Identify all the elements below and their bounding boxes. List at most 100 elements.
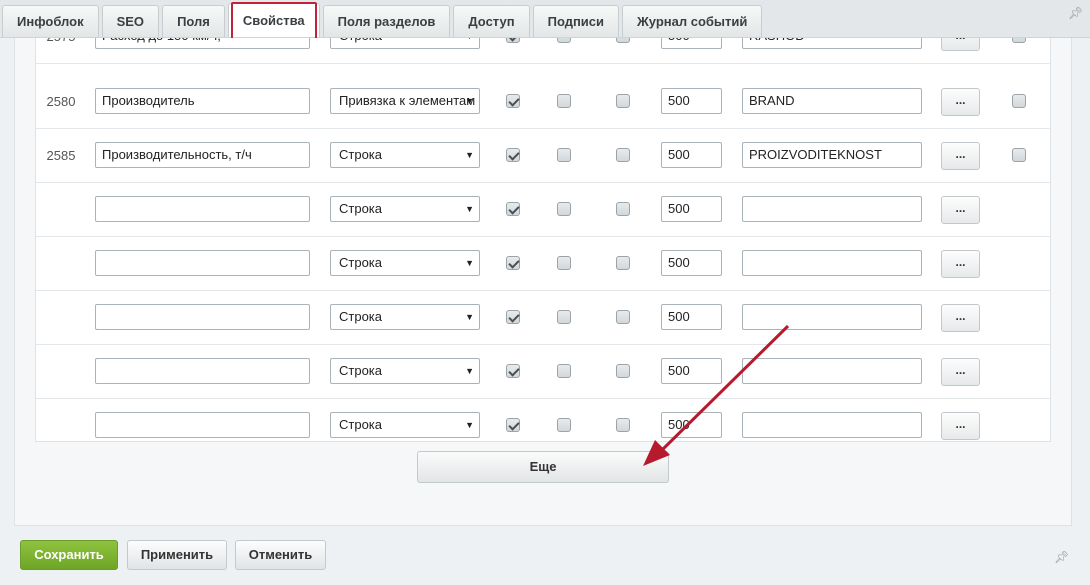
required-checkbox[interactable] [616,94,630,108]
sort-input[interactable]: 500 [661,142,722,168]
property-name-input[interactable]: Производительность, т/ч [95,142,310,168]
row-settings-button[interactable]: ... [941,38,980,51]
cancel-button[interactable]: Отменить [235,540,326,570]
row-settings-button[interactable]: ... [941,412,980,440]
property-id: 2580 [46,94,76,109]
code-input[interactable]: PROIZVODITEKNOST [742,142,922,168]
delete-checkbox[interactable] [1012,94,1026,108]
sort-input[interactable]: 500 [661,196,722,222]
property-type-select[interactable]: Привязка к элементам ▼ [330,88,480,114]
required-checkbox[interactable] [616,256,630,270]
property-type-select[interactable]: Строка ▼ [330,358,480,384]
multiple-checkbox[interactable] [557,38,571,43]
table-row: Строка ▼ 500... [36,183,1050,237]
active-checkbox[interactable] [506,94,520,108]
row-settings-button[interactable]: ... [941,304,980,332]
tab-properties[interactable]: Свойства [227,2,320,40]
required-checkbox[interactable] [616,148,630,162]
save-button[interactable]: Сохранить [20,540,118,570]
sort-input[interactable]: 500 [661,38,722,49]
multiple-checkbox[interactable] [557,256,571,270]
active-checkbox[interactable] [506,38,520,43]
multiple-checkbox[interactable] [557,364,571,378]
property-name-input[interactable] [95,250,310,276]
property-id: 2575 [36,38,86,44]
tab-bar: Инфоблок SEO Поля Свойства Поля разделов… [0,0,1090,40]
row-settings-button[interactable]: ... [941,358,980,386]
property-type-select[interactable]: Строка ▼ [330,38,480,49]
apply-button[interactable]: Применить [127,540,227,570]
property-type-select[interactable]: Строка ▼ [330,250,480,276]
multiple-checkbox[interactable] [557,148,571,162]
pin-icon[interactable]: 📌︎ [1054,550,1069,564]
row-settings-button[interactable]: ... [941,142,980,170]
dropdown-arrow-icon: ▼ [465,366,474,376]
property-type-value: Строка [339,309,383,324]
delete-checkbox[interactable] [1012,38,1026,43]
active-checkbox[interactable] [506,148,520,162]
code-input[interactable] [742,358,922,384]
active-checkbox[interactable] [506,364,520,378]
property-type-select[interactable]: Строка ▼ [330,412,480,438]
active-checkbox[interactable] [506,202,520,216]
table-row: 2580 Производитель Привязка к элементам ▼ 50… [36,75,1050,129]
delete-checkbox[interactable] [1012,148,1026,162]
property-name-input[interactable] [95,358,310,384]
multiple-checkbox[interactable] [557,202,571,216]
multiple-checkbox[interactable] [557,418,571,432]
tab-access[interactable]: Доступ [453,5,530,37]
property-name-input[interactable] [95,196,310,222]
dropdown-arrow-icon: ▼ [465,258,474,268]
multiple-checkbox[interactable] [557,310,571,324]
required-checkbox[interactable] [616,310,630,324]
property-name-input[interactable] [95,304,310,330]
active-checkbox[interactable] [506,256,520,270]
tab-fields[interactable]: Поля [162,5,225,37]
property-type-value: Строка [339,38,382,43]
sort-input[interactable]: 500 [661,358,722,384]
sort-input[interactable]: 500 [661,412,722,438]
row-settings-button[interactable]: ... [941,196,980,224]
table-row: 2575 Расход до 150 км/ч, Строка ▼ 500 RASHOD.… [36,38,1050,64]
property-type-select[interactable]: Строка ▼ [330,304,480,330]
sort-input[interactable]: 500 [661,250,722,276]
sort-input[interactable]: 500 [661,304,722,330]
dropdown-arrow-icon: ▼ [465,150,474,160]
code-input[interactable] [742,412,922,438]
table-row: Строка ▼ 500... [36,291,1050,345]
property-type-select[interactable]: Строка ▼ [330,142,480,168]
footer-bar: Сохранить Применить Отменить 📌︎ [0,526,1090,585]
multiple-checkbox[interactable] [557,94,571,108]
property-type-select[interactable]: Строка ▼ [330,196,480,222]
tab-section-fields[interactable]: Поля разделов [322,5,451,37]
property-name-input[interactable] [95,412,310,438]
tab-event-log[interactable]: Журнал событий [622,5,763,37]
row-settings-button[interactable]: ... [941,88,980,116]
code-input[interactable] [742,196,922,222]
required-checkbox[interactable] [616,202,630,216]
required-checkbox[interactable] [616,364,630,378]
tab-infoblock[interactable]: Инфоблок [2,5,99,37]
property-name-input[interactable]: Расход до 150 км/ч, [95,38,310,49]
required-checkbox[interactable] [616,38,630,43]
row-settings-button[interactable]: ... [941,250,980,278]
required-checkbox[interactable] [616,418,630,432]
dropdown-arrow-icon: ▼ [465,420,474,430]
properties-panel: 2575 Расход до 150 км/ч, Строка ▼ 500 RASHOD.… [14,38,1072,526]
code-input[interactable] [742,250,922,276]
property-name-input[interactable]: Производитель [95,88,310,114]
sort-input[interactable]: 500 [661,88,722,114]
show-more-button[interactable]: Еще [417,451,669,483]
property-id: 2585 [46,148,76,163]
table-row: Строка ▼ 500... [36,237,1050,291]
tab-captions[interactable]: Подписи [532,5,620,37]
active-checkbox[interactable] [506,310,520,324]
property-type-value: Строка [339,417,383,432]
code-input[interactable] [742,304,922,330]
active-checkbox[interactable] [506,418,520,432]
code-input[interactable]: RASHOD [742,38,922,49]
dropdown-arrow-icon: ▼ [465,204,474,214]
tab-seo[interactable]: SEO [101,5,160,37]
pin-icon[interactable]: 📌︎ [1068,6,1083,20]
code-input[interactable]: BRAND [742,88,922,114]
